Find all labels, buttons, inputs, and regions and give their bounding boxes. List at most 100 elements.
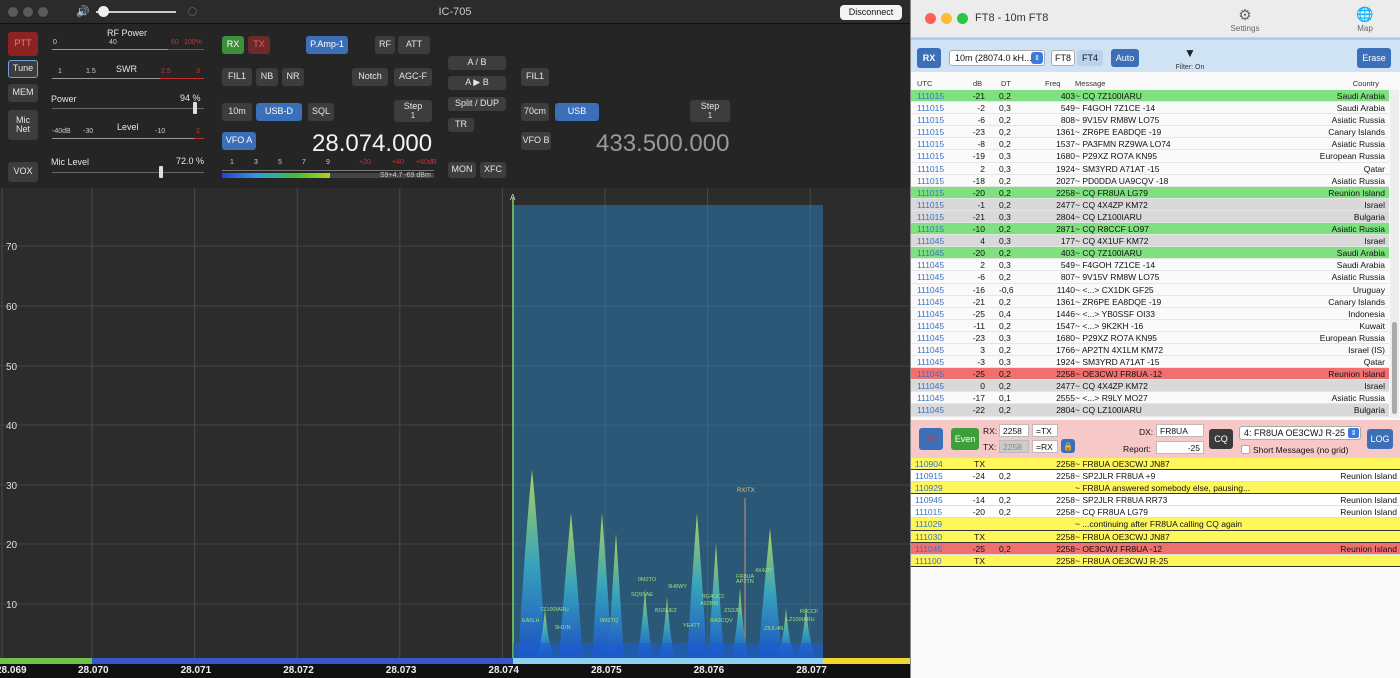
message-row[interactable]: 111045 -25 0,2 2258 ~ OE3CWJ FR8UA -12 Reunio… bbox=[911, 368, 1389, 381]
vox-button[interactable]: VOX bbox=[8, 162, 38, 182]
cq-button[interactable]: CQ bbox=[1209, 429, 1233, 449]
message-row[interactable]: 111045 -21 0,2 1361 ~ ZR6PE EA8DQE -19 Canary… bbox=[911, 296, 1389, 308]
tx-freq-field[interactable]: 2258 bbox=[999, 440, 1029, 453]
a-to-b-button[interactable]: A ▶ B bbox=[448, 76, 506, 90]
tx-enable-button[interactable]: TX bbox=[919, 428, 943, 450]
message-row[interactable]: 111015 -10 0,2 2871 ~ CQ R8CCF LO97 Asiatic R… bbox=[911, 223, 1389, 236]
ft4-mode-button[interactable]: FT4 bbox=[1077, 50, 1103, 66]
minimize-button[interactable] bbox=[941, 13, 952, 24]
tr-button[interactable]: TR bbox=[448, 118, 474, 132]
log-row[interactable]: 111015 -20 0,2 2258 ~ CQ FR8UA LG79 Reunion I… bbox=[911, 506, 1400, 519]
xfc-button[interactable]: XFC bbox=[480, 162, 506, 178]
split-dup-button[interactable]: Split / DUP bbox=[448, 97, 506, 111]
a-b-button[interactable]: A / B bbox=[448, 56, 506, 70]
step-b-button[interactable]: Step 1 bbox=[690, 100, 730, 122]
power-slider-knob[interactable] bbox=[192, 102, 197, 114]
short-messages-label[interactable]: Short Messages (no grid) bbox=[1253, 445, 1348, 455]
agc-button[interactable]: AGC-F bbox=[394, 68, 432, 86]
report-field[interactable]: -25 bbox=[1156, 441, 1204, 454]
power-slider[interactable] bbox=[52, 108, 204, 109]
tx-button[interactable]: TX bbox=[248, 36, 270, 54]
message-row[interactable]: 111045 -16 -0,6 1140 ~ <...> CX1DK GF25 Urugu… bbox=[911, 284, 1389, 296]
message-row[interactable]: 111045 0 0,2 2477 ~ CQ 4X4ZP KM72 Israel bbox=[911, 380, 1389, 393]
col-db[interactable]: dB bbox=[973, 79, 982, 88]
message-row[interactable]: 111045 -20 0,2 403 ~ CQ 7Z100IARU Saudi Arabi… bbox=[911, 247, 1389, 260]
notch-button[interactable]: Notch bbox=[352, 68, 388, 86]
message-row[interactable]: 111045 -22 0,2 2804 ~ CQ LZ100IARU Bulgaria bbox=[911, 404, 1389, 417]
map-label[interactable]: Map bbox=[1345, 24, 1385, 33]
fil1-b-button[interactable]: FIL1 bbox=[521, 68, 549, 86]
log-row[interactable]: 110945 -14 0,2 2258 ~ SP2JLR FR8UA RR73 Reuni… bbox=[911, 494, 1400, 507]
nr-button[interactable]: NR bbox=[282, 68, 304, 86]
message-row[interactable]: 111045 -17 0,1 2555 ~ <...> R9LY MO27 Asiatic… bbox=[911, 392, 1389, 405]
message-row[interactable]: 111015 -23 0,2 1361 ~ ZR6PE EA8DQE -19 Canary… bbox=[911, 126, 1389, 139]
mon-button[interactable]: MON bbox=[448, 162, 476, 178]
step-a-button[interactable]: Step 1 bbox=[394, 100, 432, 122]
band-a-button[interactable]: 10m bbox=[222, 103, 252, 121]
rx-toggle-button[interactable]: RX bbox=[917, 48, 941, 68]
band-select[interactable]: 10m (28074.0 kH... ⇕ bbox=[949, 50, 1045, 66]
globe-icon[interactable]: 🌐 bbox=[1355, 6, 1375, 23]
tune-button[interactable]: Tune bbox=[8, 60, 38, 78]
disconnect-button[interactable]: Disconnect bbox=[840, 5, 902, 20]
message-row[interactable]: 111045 2 0,3 549 ~ F4GOH 7Z1CE -14 Saudi Arab… bbox=[911, 259, 1389, 272]
short-messages-checkbox[interactable] bbox=[1241, 445, 1250, 454]
col-dt[interactable]: DT bbox=[1001, 79, 1011, 88]
message-row[interactable]: 111015 -20 0,2 2258 ~ CQ FR8UA LG79 Reunion I… bbox=[911, 186, 1389, 199]
message-row[interactable]: 111045 -25 0,4 1446 ~ <...> YB0SSF OI33 Indon… bbox=[911, 308, 1389, 320]
rf-button[interactable]: RF bbox=[375, 36, 395, 54]
funnel-icon[interactable]: ▼ bbox=[1183, 46, 1197, 60]
set-tx-button[interactable]: =TX bbox=[1032, 424, 1058, 437]
message-row[interactable]: 111015 2 0,3 1924 ~ SM3YRD A71AT -15 Qatar bbox=[911, 163, 1389, 175]
message-row[interactable]: 111045 3 0,2 1766 ~ AP2TN 4X1LM KM72 Israel (… bbox=[911, 344, 1389, 357]
message-row[interactable]: 111045 -6 0,2 807 ~ 9V15V RM8W LO75 Asiatic R… bbox=[911, 271, 1389, 284]
mem-button[interactable]: MEM bbox=[8, 84, 38, 102]
qso-log[interactable]: 110904 TX 2258 ~ FR8UA OE3CWJ JN87 110915 -24… bbox=[911, 458, 1400, 568]
col-freq[interactable]: Freq bbox=[1045, 79, 1060, 88]
message-row[interactable]: 111015 -21 0,2 403 ~ CQ 7Z100IARU Saudi Arabi… bbox=[911, 90, 1389, 103]
rx-button[interactable]: RX bbox=[222, 36, 244, 54]
even-odd-button[interactable]: Even bbox=[951, 428, 979, 450]
log-button[interactable]: LOG bbox=[1367, 429, 1393, 449]
log-row[interactable]: 111030 TX 2258 ~ FR8UA OE3CWJ JN87 bbox=[911, 530, 1400, 543]
sql-button[interactable]: SQL bbox=[308, 103, 334, 121]
erase-button[interactable]: Erase bbox=[1357, 48, 1391, 68]
band-b-button[interactable]: 70cm bbox=[521, 103, 549, 121]
mic-level-slider-knob[interactable] bbox=[159, 166, 164, 178]
message-row[interactable]: 111045 -23 0,3 1680 ~ P29XZ RO7A KN95 Europea… bbox=[911, 332, 1389, 344]
mode-b-button[interactable]: USB bbox=[555, 103, 599, 121]
zoom-button[interactable] bbox=[957, 13, 968, 24]
message-row[interactable]: 111015 -21 0,3 2804 ~ CQ LZ100IARU Bulgaria bbox=[911, 210, 1389, 224]
message-row[interactable]: 111045 -3 0,3 1924 ~ SM3YRD A71AT -15 Qatar bbox=[911, 356, 1389, 369]
log-row[interactable]: 111045 -25 0,2 2258 ~ OE3CWJ FR8UA -12 Reunio… bbox=[911, 542, 1400, 555]
set-rx-button[interactable]: =RX bbox=[1032, 440, 1058, 453]
message-row[interactable]: 111015 -2 0,3 549 ~ F4GOH 7Z1CE -14 Saudi Ara… bbox=[911, 102, 1389, 115]
lock-icon[interactable]: 🔒 bbox=[1061, 439, 1075, 453]
message-list[interactable]: 111015 -21 0,2 403 ~ CQ 7Z100IARU Saudi Arabi… bbox=[911, 90, 1389, 418]
col-message[interactable]: Message bbox=[1075, 79, 1105, 88]
nb-button[interactable]: NB bbox=[256, 68, 278, 86]
vfo-b-frequency[interactable]: 433.500.000 bbox=[596, 130, 729, 158]
vfo-a-button[interactable]: VFO A bbox=[222, 132, 256, 150]
scrollbar-thumb[interactable] bbox=[1392, 322, 1397, 414]
vfo-b-button[interactable]: VFO B bbox=[521, 132, 551, 150]
log-row[interactable]: 110915 -24 0,2 2258 ~ SP2JLR FR8UA +9 Reunion… bbox=[911, 470, 1400, 483]
rx-freq-field[interactable]: 2258 bbox=[999, 424, 1029, 437]
col-country[interactable]: Country bbox=[1353, 79, 1379, 88]
log-row[interactable]: 111029 ~ ...continuing after FR8UA callin… bbox=[911, 518, 1400, 531]
att-button[interactable]: ATT bbox=[398, 36, 430, 54]
mic-net-button[interactable]: Mic Net bbox=[8, 110, 38, 140]
log-row[interactable]: 110929 ~ FR8UA answered somebody else, pa… bbox=[911, 482, 1400, 495]
ptt-button[interactable]: PTT bbox=[8, 32, 38, 56]
vfo-a-frequency[interactable]: 28.074.000 bbox=[312, 130, 432, 158]
tx-message-select[interactable]: 4: FR8UA OE3CWJ R-25 ⇕ bbox=[1239, 426, 1361, 440]
spectrum-display[interactable]: 70 60 50 40 30 20 10 A RX/TX 7Z100IARU 4X4ZP 9H1IN A… bbox=[0, 188, 910, 658]
log-row[interactable]: 111100 TX 2258 ~ FR8UA OE3CWJ R-25 bbox=[911, 554, 1400, 567]
message-row[interactable]: 111045 -11 0,2 1547 ~ <...> 9K2KH -16 Kuwait bbox=[911, 320, 1389, 332]
log-row[interactable]: 110904 TX 2258 ~ FR8UA OE3CWJ JN87 bbox=[911, 458, 1400, 471]
col-utc[interactable]: UTC bbox=[917, 79, 932, 88]
mic-level-slider[interactable] bbox=[52, 172, 204, 173]
close-button[interactable] bbox=[925, 13, 936, 24]
mode-a-button[interactable]: USB-D bbox=[256, 103, 302, 121]
ft8-mode-button[interactable]: FT8 bbox=[1051, 50, 1075, 66]
